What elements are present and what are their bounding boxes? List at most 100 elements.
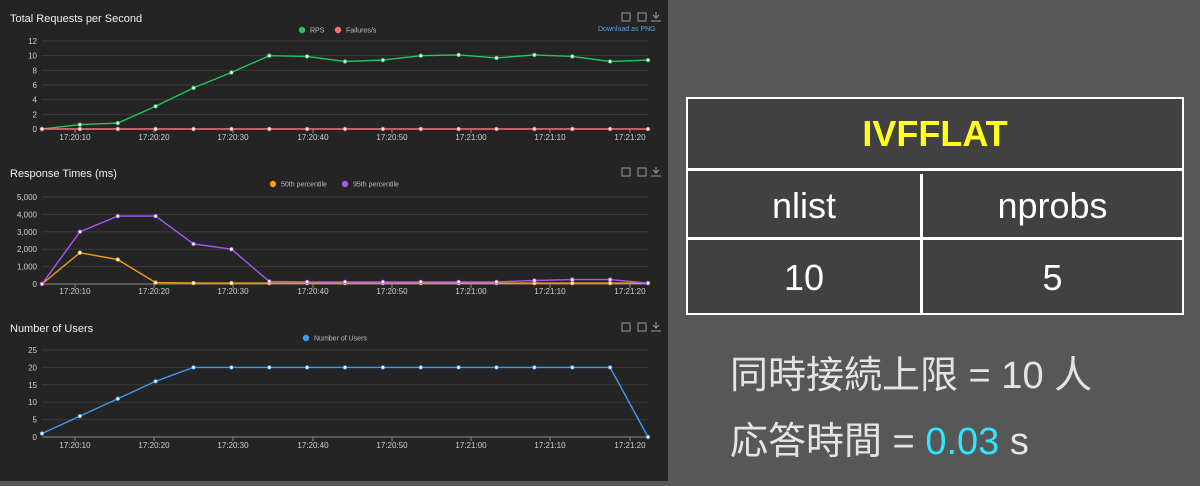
data-point	[304, 54, 310, 59]
x-tick-label: 17:21:20	[614, 287, 646, 296]
data-point	[153, 213, 158, 219]
data-point	[115, 126, 120, 132]
data-point	[229, 365, 234, 370]
y-tick-label: 2,000	[17, 245, 38, 254]
x-tick-label: 17:20:20	[138, 287, 170, 296]
zoom-icon	[637, 167, 647, 177]
data-point	[304, 279, 310, 285]
y-tick-label: 4,000	[17, 210, 38, 219]
data-point	[532, 278, 537, 283]
legend-label: Number of Users	[314, 336, 367, 343]
response-time-note: 応答時間 = 0.03 s	[730, 410, 1029, 465]
data-point	[380, 57, 386, 63]
legend-label: Failures/s	[346, 28, 377, 35]
data-point	[494, 55, 499, 61]
data-point	[77, 250, 83, 255]
data-point	[153, 280, 158, 285]
x-tick-label: 17:20:40	[297, 441, 329, 450]
data-point	[115, 396, 120, 401]
data-point	[304, 365, 310, 370]
response-time-value: 0.03	[925, 421, 1000, 463]
legend-marker	[341, 180, 349, 188]
x-tick-label: 17:20:30	[217, 441, 249, 450]
locust-dashboard: Total Requests per Second Download as PNG…	[0, 0, 668, 481]
data-point	[570, 54, 575, 59]
data-point	[607, 277, 613, 282]
data-point	[532, 52, 537, 58]
y-tick-label: 0	[33, 125, 38, 134]
download-icon	[651, 167, 661, 177]
chart-2: Response Times (ms) 50th percentile 95th p…	[10, 167, 661, 296]
series-line-1	[41, 54, 649, 130]
x-tick-label: 17:20:30	[217, 287, 249, 296]
data-point	[570, 126, 575, 132]
x-tick-label: 17:21:10	[534, 287, 566, 296]
x-tick-label: 17:20:10	[59, 441, 91, 450]
data-point	[229, 246, 234, 252]
y-tick-label: 10	[28, 398, 37, 407]
restore-icon	[621, 322, 631, 332]
x-tick-label: 17:20:30	[217, 133, 249, 142]
x-tick-label: 17:20:50	[376, 133, 408, 142]
chart-3: Number of Users Number of Users 0 5 10 15 20 25…	[10, 322, 661, 450]
table-column-divider	[920, 174, 923, 313]
x-tick-label: 17:20:50	[376, 287, 408, 296]
y-tick-label: 12	[28, 37, 37, 46]
data-point	[456, 52, 461, 58]
data-point	[418, 126, 423, 132]
data-point	[342, 59, 348, 64]
legend-label: 95th percentile	[353, 182, 399, 189]
data-point	[645, 280, 651, 286]
data-point	[570, 280, 575, 286]
data-point	[456, 126, 461, 132]
legend-marker	[302, 334, 310, 342]
download-icon	[651, 322, 661, 332]
y-tick-label: 15	[28, 381, 37, 390]
data-point	[267, 53, 272, 58]
data-point	[380, 279, 386, 285]
charts-svg: Total Requests per Second Download as PNG…	[10, 12, 661, 450]
data-point	[191, 280, 196, 286]
data-point	[645, 57, 651, 63]
nlist-header: nlist	[688, 174, 920, 240]
legend-label: RPS	[310, 28, 325, 35]
y-tick-label: 0	[33, 280, 38, 289]
data-point	[191, 241, 196, 247]
data-point	[115, 257, 120, 262]
data-point	[39, 431, 45, 436]
x-tick-label: 17:21:20	[614, 441, 646, 450]
y-tick-label: 8	[33, 66, 38, 75]
y-tick-label: 4	[33, 96, 38, 105]
nprobs-value: 5	[1042, 257, 1063, 298]
series-line-2	[41, 215, 649, 285]
nlist-value: 10	[783, 257, 825, 298]
data-point	[191, 365, 196, 370]
x-tick-label: 17:20:40	[297, 133, 329, 142]
chart-title: Total Requests per Second	[10, 13, 142, 25]
download-icon	[651, 12, 661, 22]
y-tick-label: 1,000	[17, 263, 38, 272]
response-time-label: 応答時間 =	[730, 421, 926, 463]
data-point	[494, 279, 499, 285]
data-point	[418, 53, 423, 58]
data-point	[153, 104, 158, 109]
y-tick-label: 5	[33, 416, 38, 425]
data-point	[494, 126, 499, 132]
zoom-icon	[637, 322, 647, 332]
data-point	[645, 434, 651, 440]
x-tick-label: 17:20:20	[138, 441, 170, 450]
data-point	[304, 126, 310, 132]
x-tick-label: 17:21:00	[455, 287, 487, 296]
data-point	[39, 281, 45, 287]
data-point	[456, 279, 461, 285]
data-point	[115, 213, 120, 219]
data-point	[418, 365, 423, 370]
ivfflat-table: IVFFLAT nlist nprobs 10 5	[686, 97, 1184, 315]
table-header-ivfflat: IVFFLAT	[688, 99, 1182, 171]
legend-marker	[298, 26, 306, 34]
data-point	[153, 126, 158, 132]
y-tick-label: 20	[28, 363, 37, 372]
nprobs-header: nprobs	[923, 174, 1182, 240]
restore-icon	[621, 167, 631, 177]
restore-icon	[621, 12, 631, 22]
